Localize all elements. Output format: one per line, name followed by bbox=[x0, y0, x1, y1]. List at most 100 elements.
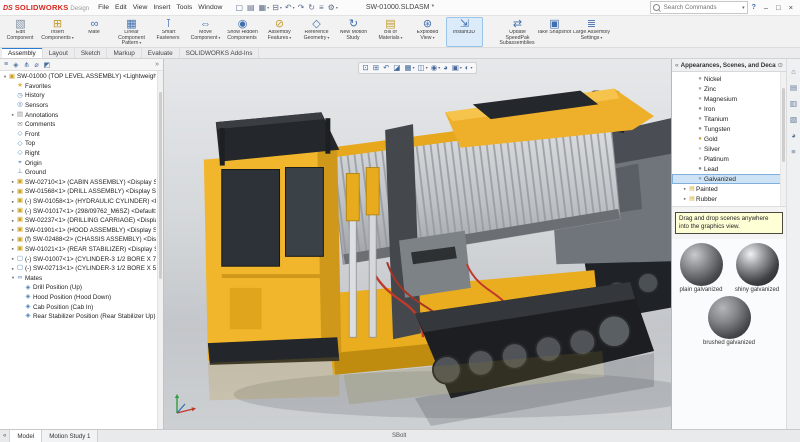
tree-item-favorites[interactable]: ★ Favorites bbox=[0, 82, 163, 92]
material-category-painted[interactable]: ▸ ▤ Painted bbox=[672, 184, 786, 194]
apply-scene-icon[interactable]: ▣ ▾ bbox=[452, 64, 462, 72]
ribbon-button-take-snapshot[interactable]: ▣ Take Snapshot bbox=[536, 17, 573, 47]
ribbon-button-smart-fasteners[interactable]: ⊺ Smart Fasteners bbox=[150, 17, 187, 47]
menu-item[interactable]: Window bbox=[195, 4, 225, 11]
file-explorer-icon[interactable]: ▥ bbox=[790, 99, 797, 108]
ribbon-button-insert-components[interactable]: ⊞ Insert Components▾ bbox=[39, 17, 76, 47]
propertymanager-tab-icon[interactable]: ◈ bbox=[13, 61, 18, 69]
tree-item-hydraulic-cylinder[interactable]: ▸ ▣ (-) SW-01058<1> (HYDRAULIC CYLINDER)… bbox=[0, 197, 163, 207]
custom-properties-icon[interactable]: ≡ bbox=[791, 147, 795, 156]
new-document-icon[interactable]: ▢ bbox=[235, 4, 244, 12]
ribbon-button-linear-component-pattern[interactable]: ▦ Linear Component Pattern▾ bbox=[113, 17, 150, 47]
maximize-button[interactable]: □ bbox=[772, 4, 785, 12]
tree-scrollbar-thumb[interactable] bbox=[159, 92, 162, 278]
ribbon-button-assembly-features[interactable]: ⊘ Assembly Features▾ bbox=[261, 17, 298, 47]
material-titanium[interactable]: ● Titanium bbox=[672, 114, 786, 124]
ribbon-button-reference-geometry[interactable]: ◇ Reference Geometry▾ bbox=[298, 17, 335, 47]
file-properties-icon[interactable]: ≡ bbox=[319, 4, 325, 12]
help-icon[interactable]: ? bbox=[752, 4, 756, 11]
view-palette-icon[interactable]: ▧ bbox=[790, 115, 797, 124]
menu-item[interactable]: Edit bbox=[112, 4, 130, 11]
tree-item-front-plane[interactable]: ◇ Front bbox=[0, 130, 163, 140]
open-icon[interactable]: ▤ bbox=[247, 4, 256, 12]
tree-item-comments[interactable]: ✉ Comments bbox=[0, 120, 163, 130]
machine-3d-model[interactable] bbox=[164, 59, 671, 429]
collapse-pane-icon[interactable]: « bbox=[675, 62, 679, 69]
material-nickel[interactable]: ● Nickel bbox=[672, 74, 786, 84]
ribbon-button-large-assembly-settings[interactable]: ≣ Large Assembly Settings▾ bbox=[573, 17, 610, 47]
material-platinum[interactable]: ● Platinum bbox=[672, 154, 786, 164]
section-view-icon[interactable]: ◪ bbox=[393, 64, 401, 72]
tree-item-annotations[interactable]: ▸ ▤ Annotations bbox=[0, 110, 163, 120]
material-zinc[interactable]: ● Zinc bbox=[672, 84, 786, 94]
thumbnail-shiny-galvanized[interactable]: shiny galvanized bbox=[731, 243, 783, 293]
featuremanager-tab-icon[interactable]: ≡ bbox=[4, 61, 8, 68]
tree-item-cylinder-7[interactable]: ▸ ▢ (-) SW-01007<1> (CYLINDER-3 1/2 BORE… bbox=[0, 254, 163, 264]
ribbon-button-show-hidden-components[interactable]: ◉ Show Hidden Components bbox=[224, 17, 261, 47]
material-iron[interactable]: ● Iron bbox=[672, 104, 786, 114]
tree-item-top-plane[interactable]: ◇ Top bbox=[0, 139, 163, 149]
zoom-fit-icon[interactable]: ⊡ bbox=[363, 64, 370, 72]
zoom-area-icon[interactable]: ⊞ bbox=[373, 64, 380, 72]
tab-assembly[interactable]: Assembly bbox=[2, 48, 43, 58]
view-settings-icon[interactable]: ◐ ▾ bbox=[465, 64, 473, 72]
tree-item-drill-position[interactable]: ◈ Drill Position (Up) bbox=[0, 283, 163, 293]
tree-item-right-plane[interactable]: ◇ Right bbox=[0, 149, 163, 159]
menu-item[interactable]: File bbox=[95, 4, 112, 11]
tree-item-cab-position[interactable]: ◈ Cab Position (Cab In) bbox=[0, 302, 163, 312]
material-lead[interactable]: ● Lead bbox=[672, 164, 786, 174]
ribbon-button-instant3d[interactable]: ⇲ Instant3D bbox=[446, 17, 483, 47]
tree-item-top-assembly[interactable]: ▾ ▣ SW-01000 (TOP LEVEL ASSEMBLY) <Light… bbox=[0, 72, 163, 82]
tree-item-rear-stabilizer[interactable]: ▸ ▣ SW-01021<1> (REAR STABILIZER) <Displ… bbox=[0, 245, 163, 255]
search-dropdown-icon[interactable]: ▾ bbox=[742, 5, 745, 11]
tree-item-rear-stabilizer-position[interactable]: ◈ Rear Stabilizer Position (Rear Stabili… bbox=[0, 312, 163, 322]
tab-evaluate[interactable]: Evaluate bbox=[142, 48, 180, 58]
ribbon-button-bill-of-materials[interactable]: ▤ Bill of Materials▾ bbox=[372, 17, 409, 47]
tree-item-hood-position[interactable]: ◈ Hood Position (Hood Down) bbox=[0, 293, 163, 303]
tree-item-drilling-carriage[interactable]: ▸ ▣ SW-02237<1> (DRILLING CARRIAGE) <Dis… bbox=[0, 216, 163, 226]
model-tab[interactable]: Model bbox=[10, 430, 42, 442]
close-button[interactable]: × bbox=[785, 4, 797, 12]
appearances-scrollbar-thumb[interactable] bbox=[782, 88, 785, 162]
tree-item-mates[interactable]: ▾ ∞ Mates bbox=[0, 273, 163, 283]
tree-item-sensors[interactable]: ◎ Sensors bbox=[0, 101, 163, 111]
resources-icon[interactable]: ⌂ bbox=[791, 67, 796, 76]
options-icon[interactable]: ⚙ ▾ bbox=[328, 4, 338, 12]
tree-item-ground[interactable]: ⊥ Ground bbox=[0, 168, 163, 178]
ribbon-button-exploded-view[interactable]: ⊛ Exploded View▾ bbox=[409, 17, 446, 47]
appearances-scrollbar[interactable] bbox=[780, 72, 786, 206]
design-library-icon[interactable]: ▤ bbox=[790, 83, 797, 92]
previous-view-icon[interactable]: ↶ bbox=[383, 64, 390, 72]
ribbon-button-mate[interactable]: ∞ Mate bbox=[76, 17, 113, 47]
tab-sketch[interactable]: Sketch bbox=[75, 48, 108, 58]
material-category-rubber[interactable]: ▸ ▤ Rubber bbox=[672, 194, 786, 204]
view-orientation-icon[interactable]: ▦ ▾ bbox=[405, 64, 415, 72]
print-icon[interactable]: ⊟ ▾ bbox=[272, 4, 282, 12]
save-icon[interactable]: ▦ ▾ bbox=[259, 4, 270, 12]
displaymanager-tab-icon[interactable]: ◩ bbox=[44, 61, 51, 69]
material-galvanized[interactable]: ● Galvanized bbox=[672, 174, 786, 184]
ribbon-button-new-motion-study[interactable]: ↻ New Motion Study bbox=[335, 17, 372, 47]
configurationmanager-tab-icon[interactable]: ⋔ bbox=[23, 61, 29, 69]
tab-scroll-left-icon[interactable]: « bbox=[0, 430, 10, 442]
hide-show-items-icon[interactable]: ◉ ▾ bbox=[431, 64, 441, 72]
tree-item-cylinder-5[interactable]: ▸ ▢ (-) SW-02713<1> (CYLINDER-3 1/2 BORE… bbox=[0, 264, 163, 274]
tree-item-drill-assembly[interactable]: ▸ ▣ SW-01568<1> (DRILL ASSEMBLY) <Displa… bbox=[0, 187, 163, 197]
tree-item-chassis-assembly[interactable]: ▸ ▣ (f) SW-02488<2> (CHASSIS ASSEMBLY) <… bbox=[0, 235, 163, 245]
tree-scrollbar[interactable] bbox=[157, 71, 163, 429]
motion-study-tab[interactable]: Motion Study 1 bbox=[42, 430, 98, 442]
tree-item-cabin-assembly[interactable]: ▸ ▣ SW-02710<1> (CABIN ASSEMBLY) <Displa… bbox=[0, 178, 163, 188]
tree-item-history[interactable]: ◷ History bbox=[0, 91, 163, 101]
undo-icon[interactable]: ↶ ▾ bbox=[285, 4, 295, 12]
material-gold[interactable]: ● Gold bbox=[672, 134, 786, 144]
ribbon-button-move-component[interactable]: ⇔ Move Component▾ bbox=[187, 17, 224, 47]
tab-markup[interactable]: Markup bbox=[107, 48, 141, 58]
tree-item-hood-assembly[interactable]: ▸ ▣ SW-01901<1> (HOOD ASSEMBLY) <Display… bbox=[0, 226, 163, 236]
tree-item-origin[interactable]: ⌖ Origin bbox=[0, 158, 163, 168]
edit-appearance-icon[interactable]: ◕ bbox=[443, 64, 449, 72]
rebuild-icon[interactable]: ↻ bbox=[308, 4, 316, 12]
thumbnail-plain-galvanized[interactable]: plain galvanized bbox=[675, 243, 727, 293]
dimxpert-tab-icon[interactable]: ⌀ bbox=[34, 61, 38, 69]
ribbon-button-edit-component[interactable]: ▧ Edit Component bbox=[2, 17, 39, 47]
ribbon-button-update-speedpak[interactable]: ⇄ Update SpeedPak Subassemblies bbox=[499, 17, 536, 47]
